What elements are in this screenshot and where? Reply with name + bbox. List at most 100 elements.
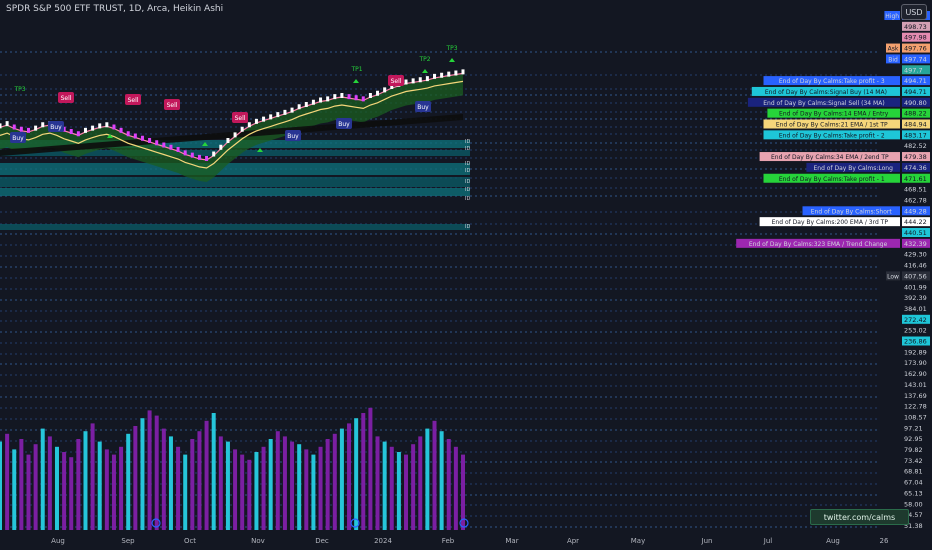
volume-bar bbox=[119, 446, 124, 530]
time-axis-label: Aug bbox=[826, 537, 840, 545]
zone-box bbox=[0, 177, 470, 187]
volume-bar bbox=[261, 446, 266, 530]
volume-bar bbox=[190, 439, 195, 530]
indicator-label: End of Day By Calms:14 EMA / Entry bbox=[779, 111, 889, 118]
volume-bar bbox=[147, 410, 152, 530]
price-scale-value: 79.82 bbox=[904, 446, 923, 454]
volume-bar bbox=[83, 431, 88, 530]
signal-label: Sell bbox=[235, 115, 246, 122]
candle bbox=[119, 127, 123, 133]
price-scale-value: 497.74 bbox=[904, 55, 927, 63]
volume-bar bbox=[12, 449, 17, 530]
volume-bar bbox=[225, 441, 230, 530]
time-axis-label: Mar bbox=[505, 537, 518, 545]
indicator-label: End of Day By Calms:200 EMA / 3rd TP bbox=[772, 219, 889, 226]
candle bbox=[376, 90, 380, 96]
candle bbox=[183, 150, 187, 156]
up-arrow-icon bbox=[422, 69, 428, 73]
currency-button[interactable]: USD bbox=[901, 4, 927, 20]
volume-bar bbox=[176, 446, 181, 530]
indicator-label: Ask bbox=[888, 46, 899, 53]
signal-label: Sell bbox=[128, 97, 139, 104]
zone-label: ID bbox=[465, 179, 470, 185]
volume-bar bbox=[97, 441, 102, 530]
volume-bar bbox=[439, 431, 444, 530]
up-arrow-icon bbox=[449, 58, 455, 62]
volume-bar bbox=[375, 436, 380, 530]
volume-bar bbox=[133, 426, 138, 530]
candle bbox=[411, 78, 415, 84]
volume-bar bbox=[404, 454, 409, 530]
candle bbox=[368, 93, 372, 98]
price-scale-value: 65.13 bbox=[904, 489, 923, 497]
volume-bar bbox=[361, 413, 366, 530]
candle bbox=[276, 112, 280, 118]
volume-bar bbox=[140, 418, 145, 530]
volume-bar bbox=[382, 441, 387, 530]
volume-bar bbox=[240, 454, 245, 530]
indicator-label: Low bbox=[887, 273, 899, 280]
indicator-label: End of Day By Calms:Take profit - 1 bbox=[779, 176, 885, 183]
candle bbox=[133, 133, 137, 139]
price-scale-value: 482.52 bbox=[904, 142, 927, 150]
signal-label: Sell bbox=[391, 78, 402, 85]
price-scale-value: 416.46 bbox=[904, 262, 927, 270]
time-axis-label: Sep bbox=[121, 537, 135, 545]
signal-label: Buy bbox=[417, 104, 429, 111]
candle bbox=[269, 114, 273, 120]
candle bbox=[226, 138, 230, 143]
candle bbox=[155, 140, 159, 146]
price-scale-value: 192.89 bbox=[904, 348, 927, 356]
volume-bar bbox=[304, 449, 309, 530]
price-scale-value: 498.73 bbox=[904, 23, 927, 31]
volume-bar bbox=[425, 428, 430, 530]
price-scale-value: 429.30 bbox=[904, 251, 927, 259]
volume-bar bbox=[69, 457, 74, 530]
price-scale-value: 494.71 bbox=[904, 88, 927, 96]
volume-bar bbox=[268, 439, 273, 530]
price-scale-value: 449.28 bbox=[904, 207, 927, 215]
price-scale-value: 474.36 bbox=[904, 164, 927, 172]
price-scale-value: 484.94 bbox=[904, 121, 927, 129]
candle bbox=[347, 94, 351, 100]
volume-bar bbox=[411, 444, 416, 530]
indicator-label: End of Day By Calms:Long bbox=[814, 165, 894, 172]
candle bbox=[19, 126, 23, 132]
chart-area[interactable]: ID ID ID ID ID ID ID ID Sell Buy Sell Buy Sell Sell Bu… bbox=[0, 0, 932, 550]
chart-canvas[interactable]: IDIDIDIDIDIDIDIDSellBuySellBuySellSellBu… bbox=[0, 0, 932, 550]
price-scale-value: 122.78 bbox=[904, 403, 927, 411]
candle bbox=[454, 70, 458, 76]
candle bbox=[361, 96, 365, 102]
price-scale-value: 162.90 bbox=[904, 370, 927, 378]
candle bbox=[383, 87, 387, 93]
volume-bar bbox=[197, 431, 202, 530]
time-axis-label: Apr bbox=[567, 537, 579, 545]
candle bbox=[69, 129, 73, 134]
candle bbox=[333, 94, 337, 100]
volume-bar bbox=[275, 431, 280, 530]
volume-bar bbox=[183, 454, 188, 530]
zone-box bbox=[0, 224, 470, 230]
time-axis-label: May bbox=[631, 537, 645, 545]
time-axis-label: Nov bbox=[251, 537, 265, 545]
tp-label: TP2 bbox=[418, 56, 430, 63]
price-scale-value: 143.01 bbox=[904, 381, 927, 389]
zone-label: ID bbox=[465, 196, 470, 202]
signal-label: Buy bbox=[338, 121, 350, 128]
symbol-title: SPDR S&P 500 ETF TRUST, 1D, Arca, Heikin… bbox=[6, 4, 224, 14]
price-scale-value: 497.7 bbox=[904, 66, 923, 74]
time-axis-label: Jun bbox=[701, 537, 713, 545]
price-scale-value: 494.71 bbox=[904, 77, 927, 85]
volume-bar bbox=[161, 428, 166, 530]
zone-box bbox=[0, 163, 470, 175]
candle bbox=[354, 95, 358, 101]
candle bbox=[162, 142, 166, 148]
volume-bar bbox=[332, 433, 337, 530]
zone-box bbox=[0, 188, 470, 196]
volume-bar bbox=[19, 439, 24, 530]
volume-bar bbox=[318, 446, 323, 530]
volume-bar bbox=[90, 423, 95, 530]
price-scale-value: 97.21 bbox=[904, 424, 923, 432]
volume-bar bbox=[62, 452, 67, 530]
price-scale-value: 407.56 bbox=[904, 272, 927, 280]
